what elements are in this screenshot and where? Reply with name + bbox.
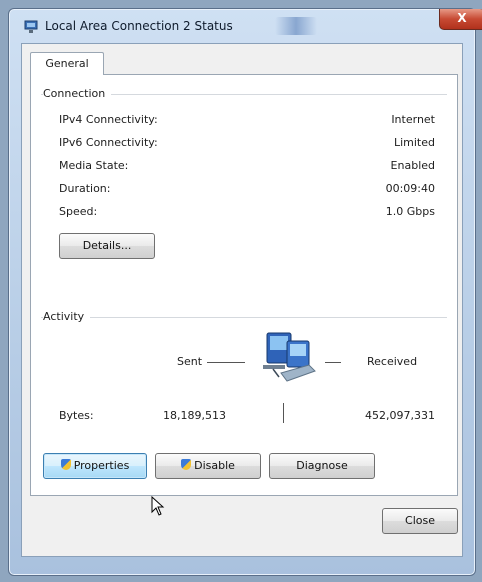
sent-connector-line: [207, 362, 245, 363]
duration-value: 00:09:40: [385, 182, 435, 195]
mouse-pointer-icon: [151, 495, 165, 519]
properties-button[interactable]: Properties: [43, 453, 147, 479]
status-dialog-window: Local Area Connection 2 Status X General…: [8, 8, 482, 576]
activity-group-divider: [41, 317, 447, 318]
connection-group-heading: Connection: [43, 87, 112, 100]
disable-button[interactable]: Disable: [155, 453, 261, 479]
sent-label: Sent: [177, 355, 203, 368]
disable-button-label: Disable: [194, 459, 235, 472]
title-bar[interactable]: Local Area Connection 2 Status X: [9, 9, 482, 45]
title-close-button[interactable]: X: [439, 9, 482, 30]
tab-general[interactable]: General: [30, 52, 104, 75]
media-state-value: Enabled: [390, 159, 435, 172]
ipv4-connectivity-value: Internet: [391, 113, 435, 126]
activity-group-heading: Activity: [43, 310, 91, 323]
ipv4-connectivity-label: IPv4 Connectivity:: [59, 113, 158, 126]
uac-shield-icon: [60, 459, 71, 470]
close-button[interactable]: Close: [382, 508, 458, 534]
general-tab-panel: Connection IPv4 Connectivity: Internet I…: [30, 74, 458, 496]
bytes-sent-value: 18,189,513: [163, 409, 226, 422]
duration-label: Duration:: [59, 182, 111, 195]
network-connection-icon: [23, 20, 39, 34]
bytes-label: Bytes:: [59, 409, 94, 422]
title-glass-decoration: [275, 17, 317, 35]
media-state-label: Media State:: [59, 159, 129, 172]
ipv6-connectivity-value: Limited: [393, 136, 435, 149]
speed-value: 1.0 Gbps: [385, 205, 435, 218]
speed-label: Speed:: [59, 205, 98, 218]
bytes-received-value: 452,097,331: [365, 409, 435, 422]
uac-shield-icon: [181, 459, 192, 470]
received-label: Received: [367, 355, 418, 368]
received-connector-line: [325, 362, 341, 363]
diagnose-button[interactable]: Diagnose: [269, 453, 375, 479]
window-title: Local Area Connection 2 Status: [45, 19, 233, 33]
dialog-client-area: General Connection IPv4 Connectivity: In…: [21, 43, 463, 557]
properties-button-label: Properties: [73, 459, 130, 472]
details-button[interactable]: Details...: [59, 233, 155, 259]
bytes-separator: [283, 403, 284, 423]
ipv6-connectivity-label: IPv6 Connectivity:: [59, 136, 158, 149]
network-computers-icon: [253, 331, 319, 387]
